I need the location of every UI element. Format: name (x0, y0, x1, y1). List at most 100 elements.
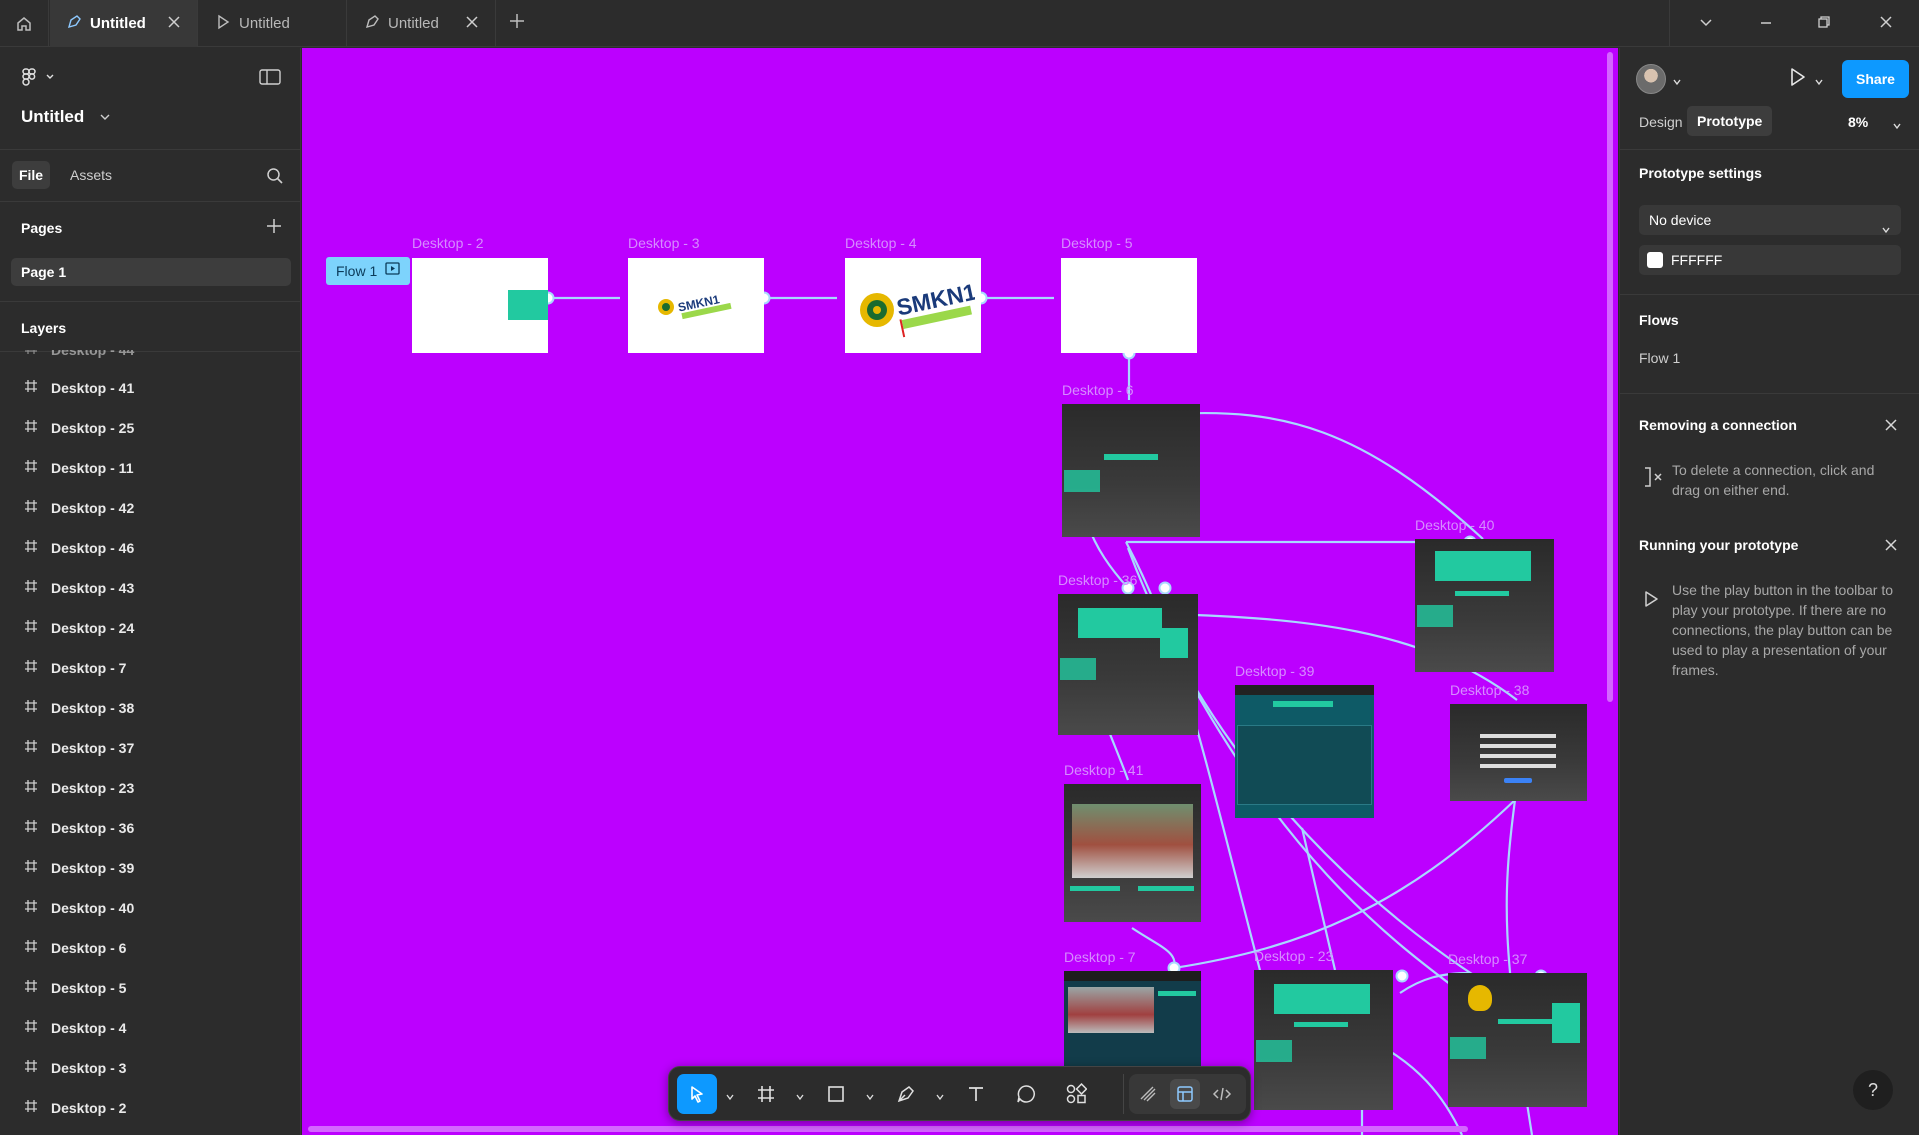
main-menu-icon[interactable] (22, 68, 56, 91)
tab-prototype[interactable]: Prototype (1687, 106, 1773, 136)
form-field (1480, 754, 1556, 758)
frame-desktop-3[interactable]: SMKN1 (628, 258, 764, 353)
chevron-down-icon[interactable] (865, 1089, 875, 1107)
comment-tool-button[interactable] (1011, 1079, 1041, 1109)
flow-start-badge[interactable]: Flow 1 (326, 257, 411, 285)
home-icon[interactable] (0, 0, 49, 47)
window-close-icon[interactable] (1878, 14, 1894, 35)
layer-item[interactable]: Desktop - 39 (0, 848, 301, 888)
present-play-icon[interactable] (1786, 66, 1808, 93)
tab-assets[interactable]: Assets (70, 167, 112, 183)
layer-item[interactable]: Desktop - 4 (0, 1008, 301, 1048)
layer-item[interactable]: Desktop - 11 (0, 448, 301, 488)
canvas[interactable]: Flow 1 Desktop - 2 Desktop - 3 SMKN1 Des… (302, 48, 1618, 1135)
color-swatch[interactable] (1647, 252, 1663, 268)
removing-connection-text: To delete a connection, click and drag o… (1672, 462, 1875, 498)
layer-item[interactable]: Desktop - 5 (0, 968, 301, 1008)
frame-desktop-38[interactable] (1450, 704, 1587, 801)
share-button[interactable]: Share (1842, 60, 1909, 98)
add-page-plus-icon[interactable] (266, 218, 282, 239)
frame-icon (24, 739, 38, 758)
layer-item[interactable]: Desktop - 43 (0, 568, 301, 608)
chevron-down-icon[interactable] (1672, 74, 1682, 92)
close-icon[interactable] (465, 15, 479, 33)
frame-desktop-4[interactable]: SMKN1 (845, 258, 981, 353)
chevron-down-icon[interactable] (725, 1089, 735, 1107)
connection-handle[interactable] (1158, 581, 1172, 595)
frame-desktop-39[interactable] (1235, 685, 1374, 818)
frame-desktop-23[interactable] (1254, 970, 1393, 1110)
draw-mode-button[interactable] (1133, 1079, 1163, 1109)
design-mode-button[interactable] (1170, 1079, 1200, 1109)
smkn-logo-large: SMKN1 (855, 270, 979, 340)
chevron-down-icon[interactable] (935, 1089, 945, 1107)
vertical-scrollbar[interactable] (1607, 52, 1613, 702)
frame-desktop-37[interactable] (1448, 973, 1587, 1107)
layer-item[interactable]: Desktop - 25 (0, 408, 301, 448)
bottom-toolbar (668, 1066, 1251, 1121)
file-title[interactable]: Untitled (21, 107, 84, 127)
layer-item-partial[interactable]: Desktop - 44 (0, 350, 301, 370)
team-photo (1072, 804, 1193, 878)
restore-icon[interactable] (1816, 14, 1832, 35)
new-tab-plus-icon[interactable] (508, 12, 526, 35)
frame-tool-button[interactable] (751, 1079, 781, 1109)
tab-untitled-3[interactable]: Untitled (348, 0, 496, 47)
close-icon[interactable] (1883, 417, 1899, 438)
device-select[interactable]: No device (1639, 205, 1901, 235)
layer-item[interactable]: Desktop - 36 (0, 808, 301, 848)
close-icon[interactable] (1883, 537, 1899, 558)
layer-item[interactable]: Desktop - 38 (0, 688, 301, 728)
sidebar-toggle-icon[interactable] (259, 68, 281, 91)
dev-mode-button[interactable] (1207, 1079, 1237, 1109)
layer-item[interactable]: Desktop - 6 (0, 928, 301, 968)
chevron-down-icon[interactable] (1814, 74, 1824, 92)
flow-item[interactable]: Flow 1 (1639, 350, 1680, 366)
rectangle-tool-button[interactable] (821, 1079, 851, 1109)
tab-file[interactable]: File (12, 161, 50, 189)
teal-bar (1104, 454, 1158, 460)
layer-item[interactable]: Desktop - 23 (0, 768, 301, 808)
text-tool-button[interactable] (961, 1079, 991, 1109)
layer-item[interactable]: Desktop - 41 (0, 368, 301, 408)
chevron-down-icon[interactable] (795, 1089, 805, 1107)
frame-desktop-6[interactable] (1062, 404, 1200, 537)
chevron-down-icon[interactable] (99, 110, 111, 128)
zoom-level[interactable]: 8% (1848, 114, 1868, 130)
frame-desktop-2[interactable] (412, 258, 548, 353)
help-button[interactable]: ? (1853, 1070, 1893, 1110)
layer-item[interactable]: Desktop - 46 (0, 528, 301, 568)
layer-item[interactable]: Desktop - 7 (0, 648, 301, 688)
tab-untitled-1[interactable]: Untitled (50, 0, 198, 47)
chevron-down-icon[interactable] (1698, 14, 1714, 35)
frame-desktop-36[interactable] (1058, 594, 1198, 735)
avatar[interactable] (1636, 64, 1666, 94)
connection-line[interactable] (1173, 799, 1516, 970)
layer-item[interactable]: Desktop - 40 (0, 888, 301, 928)
layer-item[interactable]: Desktop - 2 (0, 1088, 301, 1128)
search-icon[interactable] (266, 167, 284, 190)
frame-desktop-5[interactable] (1061, 258, 1197, 353)
chevron-down-icon[interactable] (1892, 118, 1902, 136)
tab-untitled-2[interactable]: Untitled (199, 0, 347, 47)
frame-icon (24, 1019, 38, 1038)
tab-design[interactable]: Design (1639, 114, 1683, 130)
close-icon[interactable] (167, 15, 181, 33)
actions-tool-button[interactable] (1061, 1079, 1091, 1109)
layer-item[interactable]: Desktop - 42 (0, 488, 301, 528)
page-item-page-1[interactable]: Page 1 (11, 258, 291, 286)
layer-name: Desktop - 43 (51, 580, 135, 596)
background-color-field[interactable]: FFFFFF (1639, 245, 1901, 275)
teal-bar (1138, 886, 1194, 891)
connection-handle[interactable] (1395, 969, 1409, 983)
frame-desktop-41[interactable] (1064, 784, 1201, 922)
pen-tool-button[interactable] (891, 1079, 921, 1109)
layer-name: Desktop - 3 (51, 1060, 127, 1076)
layer-item[interactable]: Desktop - 37 (0, 728, 301, 768)
layer-item[interactable]: Desktop - 24 (0, 608, 301, 648)
horizontal-scrollbar[interactable] (308, 1126, 1468, 1132)
move-tool-button[interactable] (677, 1074, 717, 1114)
minimize-icon[interactable] (1758, 14, 1774, 35)
frame-desktop-40[interactable] (1415, 539, 1554, 672)
layer-item[interactable]: Desktop - 3 (0, 1048, 301, 1088)
